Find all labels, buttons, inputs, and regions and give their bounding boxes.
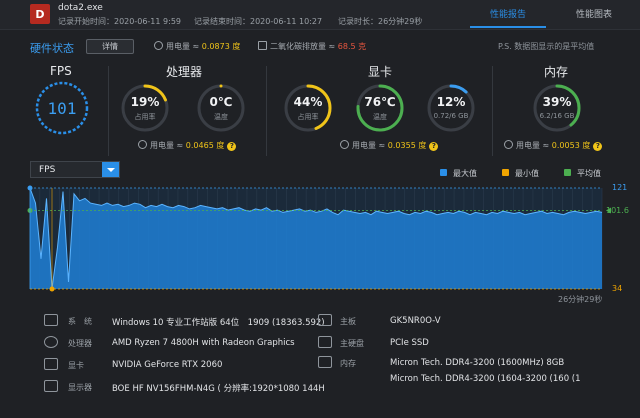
spec-val-board: GK5NR0O-V xyxy=(390,316,441,326)
app-title: dota2.exe xyxy=(58,3,103,13)
spec-key-board: 主板 xyxy=(340,317,356,326)
gpu-usage-value: 44% xyxy=(293,95,323,109)
spec-val-monitor: BOE HF NV156FHM-N4G ( 分辨率:1920*1080 144H xyxy=(112,384,325,394)
fps-value: 101 xyxy=(48,99,77,118)
ps-note: P.S. 数据图显示的是平均值 xyxy=(498,42,595,51)
power-icon xyxy=(340,140,349,149)
power-icon xyxy=(504,140,513,149)
spec-val-memory-2: Micron Tech. DDR4-3200 (1604-3200 (160 (… xyxy=(390,374,581,384)
metric-select[interactable]: FPS xyxy=(30,161,120,178)
spec-key-os: 系 统 xyxy=(68,317,92,326)
cpu-title: 处理器 xyxy=(166,65,203,79)
motherboard-icon xyxy=(318,314,332,326)
fps-label: FPS xyxy=(50,64,72,78)
monitor-icon xyxy=(44,380,58,392)
cpu-icon xyxy=(44,336,58,348)
hardware-status-title: 硬件状态 xyxy=(30,42,74,55)
help-icon[interactable]: ? xyxy=(429,142,439,151)
cpu-temp-label: 温度 xyxy=(214,113,228,121)
record-start: 记录开始时间：2020-06-11 9:59 xyxy=(58,17,181,26)
gpu-memory-label: 0.72/6 GB xyxy=(433,112,469,120)
spec-val-os: Windows 10 专业工作站版 64位 1909 (18363.592) xyxy=(112,318,325,328)
help-icon[interactable]: ? xyxy=(593,142,603,151)
legend-min: 最小值 xyxy=(502,168,539,179)
co2-icon xyxy=(258,41,267,50)
tab-performance-chart[interactable]: 性能图表 xyxy=(576,7,612,20)
gpu-temp-value: 76℃ xyxy=(364,95,396,109)
spec-val-disk: PCIe SSD xyxy=(390,338,429,348)
spec-key-monitor: 显示器 xyxy=(68,383,92,392)
co2-emission: 二氧化碳排放量 ≈ 68.5 克 xyxy=(258,41,366,52)
gpu-memory-value: 12% xyxy=(436,95,466,109)
legend-avg: 平均值 xyxy=(564,168,601,179)
chevron-down-icon[interactable] xyxy=(102,162,119,177)
spec-key-cpu: 处理器 xyxy=(68,339,92,348)
tab-performance-report[interactable]: 性能报告 xyxy=(490,7,526,20)
ram-power: 用电量 ≈ 0.0053 度? xyxy=(504,140,603,151)
help-icon[interactable]: ? xyxy=(227,142,237,151)
cpu-power: 用电量 ≈ 0.0465 度? xyxy=(138,140,237,151)
fps-ring: 101 xyxy=(35,81,89,135)
gpu-power: 用电量 ≈ 0.0355 度? xyxy=(340,140,439,151)
total-power: 用电量 ≈ 0.0873 度 xyxy=(154,41,240,52)
spec-val-memory-1: Micron Tech. DDR4-3200 (1600MHz) 8GB xyxy=(390,358,565,368)
legend-swatch xyxy=(564,169,571,176)
divider xyxy=(108,66,109,156)
chart-duration: 26分钟29秒 xyxy=(558,295,603,304)
min-label: 34 xyxy=(612,284,623,293)
fps-chart xyxy=(27,185,611,292)
avg-label: 101.6 xyxy=(606,205,629,215)
power-icon xyxy=(138,140,147,149)
record-end: 记录结束时间：2020-06-11 10:27 xyxy=(194,17,323,26)
active-tab-indicator xyxy=(470,26,546,28)
disk-icon xyxy=(318,336,332,348)
divider xyxy=(266,66,267,156)
cpu-temp-value: 0℃ xyxy=(209,95,233,109)
record-duration: 记录时长：26分钟29秒 xyxy=(338,17,423,26)
gpu-title: 显卡 xyxy=(368,65,393,79)
gpu-icon xyxy=(44,358,58,370)
max-label: 121 xyxy=(612,183,628,192)
divider xyxy=(492,66,493,156)
cpu-usage-label: 占用率 xyxy=(134,113,156,121)
spec-key-disk: 主硬盘 xyxy=(340,339,364,348)
ram-usage-value: 39% xyxy=(542,95,572,109)
system-specs: 系 统 Windows 10 专业工作站版 64位 1909 (18363.59… xyxy=(0,312,640,418)
legend-swatch xyxy=(502,169,509,176)
legend-swatch xyxy=(440,169,447,176)
memory-icon xyxy=(318,356,332,368)
ram-title: 内存 xyxy=(544,65,569,79)
app-logo-icon: D xyxy=(30,4,50,24)
cpu-usage-value: 19% xyxy=(130,95,160,109)
spec-val-gpu: NVIDIA GeForce RTX 2060 xyxy=(112,360,223,370)
power-icon xyxy=(154,41,163,50)
details-button[interactable]: 详情 xyxy=(86,39,134,54)
ram-usage-label: 6.2/16 GB xyxy=(539,112,575,120)
title-bar: D dota2.exe 记录开始时间：2020-06-11 9:59 记录结束时… xyxy=(0,0,640,30)
spec-key-memory: 内存 xyxy=(340,359,356,368)
gpu-usage-label: 占用率 xyxy=(297,113,319,121)
legend-max: 最大值 xyxy=(440,168,477,179)
windows-icon xyxy=(44,314,58,326)
spec-val-cpu: AMD Ryzen 7 4800H with Radeon Graphics xyxy=(112,338,295,348)
gpu-temp-label: 温度 xyxy=(373,113,387,121)
spec-key-gpu: 显卡 xyxy=(68,361,84,370)
